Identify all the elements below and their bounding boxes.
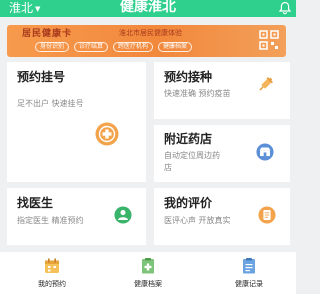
pharmacy-subtitle-line1: 自动定位周边药 <box>164 151 220 160</box>
find-doctor-title: 找医生 <box>17 196 54 210</box>
find-doctor-subtitle: 指定医生 精准预约 <box>17 216 84 225</box>
pharmacy-card[interactable]: 附近药店 自动定位周边药 店 <box>154 125 290 182</box>
nav-health-file-label: 健康档案 <box>134 280 162 288</box>
nav-health-record[interactable]: 健康记录 <box>214 252 284 294</box>
bell-icon[interactable] <box>278 1 292 15</box>
banner-tag: 诊疗结算 <box>74 42 109 52</box>
banner-tags: 身份识别 诊疗结算 跨医疗机构 健康档案 <box>35 42 193 52</box>
banner-subtitle: 淮北市居民健康体验 <box>119 29 182 37</box>
nav-health-file[interactable]: 健康档案 <box>113 252 183 294</box>
my-review-card[interactable]: 我的评价 医评心声 开放真实 <box>154 188 290 245</box>
pharmacy-title: 附近药店 <box>164 132 213 146</box>
vaccination-subtitle: 快速准确 预约疫苗 <box>164 89 231 98</box>
medical-cross-icon <box>95 122 119 146</box>
bottom-navigation: 我的预约 健康档案 健康记录 <box>0 252 296 294</box>
banner-tag: 健康档案 <box>158 42 193 52</box>
syringe-icon <box>259 77 273 91</box>
my-review-title: 我的评价 <box>164 196 213 210</box>
appointment-title: 预约挂号 <box>17 70 66 84</box>
nav-my-appointments[interactable]: 我的预约 <box>17 252 87 294</box>
health-record-icon <box>243 258 255 274</box>
health-file-icon <box>142 258 154 274</box>
qr-code-icon <box>259 30 279 50</box>
health-card-banner[interactable]: 居民健康卡 淮北市居民健康体验 身份识别 诊疗结算 跨医疗机构 健康档案 <box>7 25 286 57</box>
review-document-icon <box>258 206 276 224</box>
my-review-subtitle: 医评心声 开放真实 <box>164 216 231 225</box>
doctor-icon <box>114 206 132 224</box>
nav-health-record-label: 健康记录 <box>235 280 263 288</box>
page-title: 健康淮北 <box>120 0 176 15</box>
vaccination-title: 预约接种 <box>164 70 213 84</box>
banner-title: 居民健康卡 <box>22 29 73 39</box>
vaccination-card[interactable]: 预约接种 快速准确 预约疫苗 <box>154 62 290 119</box>
pharmacy-store-icon <box>256 143 274 161</box>
pharmacy-subtitle-line2: 店 <box>164 163 172 172</box>
banner-tag: 跨医疗机构 <box>113 42 154 52</box>
calendar-icon <box>45 258 59 273</box>
appointment-subtitle: 足不出户 快速挂号 <box>17 99 84 108</box>
banner-tag: 身份识别 <box>35 42 70 52</box>
find-doctor-card[interactable]: 找医生 指定医生 精准预约 <box>7 188 146 245</box>
appointment-card[interactable]: 预约挂号 足不出户 快速挂号 <box>7 62 146 182</box>
top-header: 淮北 ▼ 健康淮北 <box>0 0 296 17</box>
nav-my-appointments-label: 我的预约 <box>38 280 66 288</box>
